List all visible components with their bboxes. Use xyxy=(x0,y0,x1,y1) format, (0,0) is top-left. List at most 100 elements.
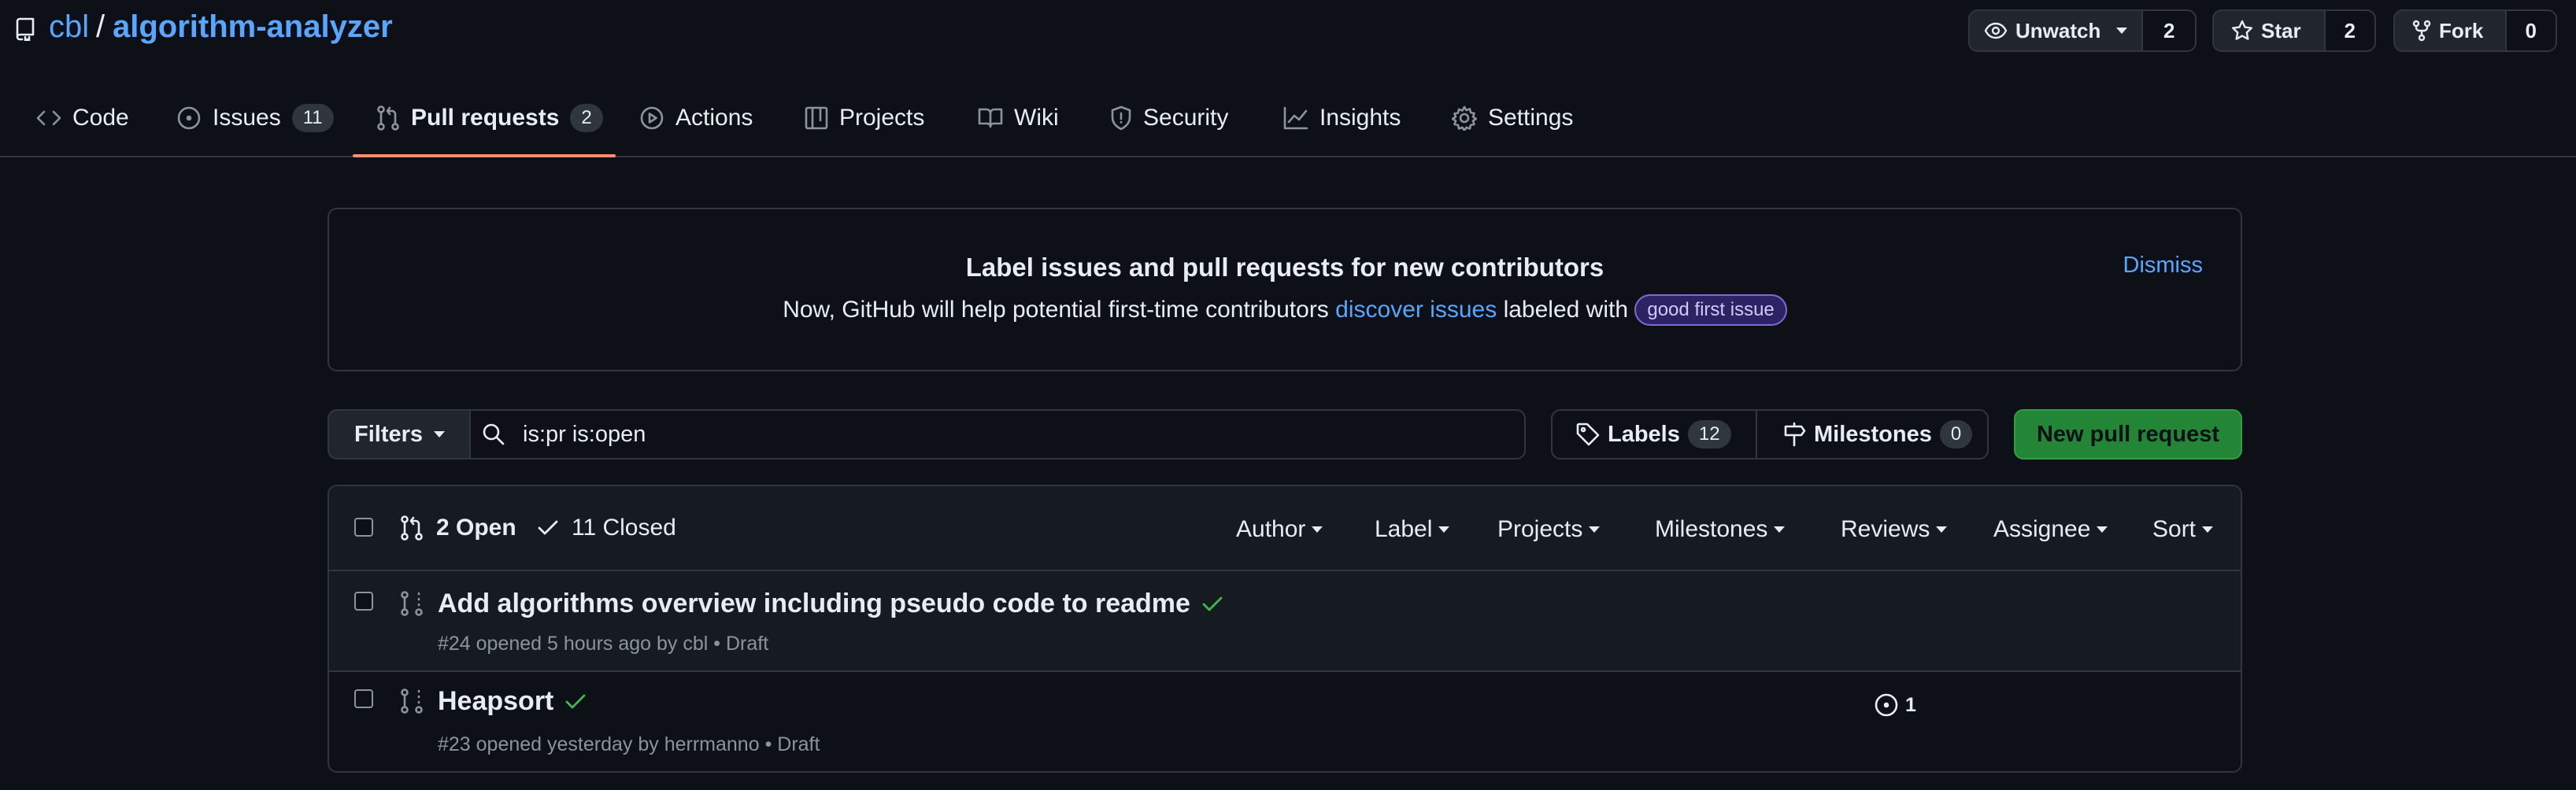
tab-settings[interactable]: Settings xyxy=(1452,101,1573,135)
closed-filter-link[interactable]: 11 Closed xyxy=(537,515,676,541)
tab-pull-requests[interactable]: Pull requests 2 xyxy=(376,101,603,135)
repo-nav-tabs: Code Issues 11 Pull requests 2 Actions P… xyxy=(0,79,2576,157)
sort-dropdown-label: Sort xyxy=(2152,516,2197,542)
check-passing-icon[interactable] xyxy=(1201,595,1223,614)
fork-button[interactable]: Fork xyxy=(2395,11,2505,50)
draft-pull-request-icon xyxy=(400,688,424,714)
meta-separator: • xyxy=(713,633,726,655)
repo-separator: / xyxy=(96,9,105,44)
tab-actions-label: Actions xyxy=(675,105,753,131)
pull-requests-count-badge: 2 xyxy=(570,104,603,132)
linked-issues-count: 1 xyxy=(1905,693,1916,716)
tab-projects[interactable]: Projects xyxy=(805,101,924,135)
tab-security-label: Security xyxy=(1143,105,1229,131)
assignee-dropdown[interactable]: Assignee xyxy=(1993,516,2108,543)
chevron-down-icon xyxy=(1438,526,1450,533)
pull-request-list: 2 Open 11 Closed Author Label Projects M… xyxy=(328,485,2242,773)
pr-title: Add algorithms overview including pseudo… xyxy=(438,589,1223,619)
assignee-dropdown-label: Assignee xyxy=(1993,516,2091,542)
tab-wiki-label: Wiki xyxy=(1014,105,1059,131)
dismiss-button[interactable]: Dismiss xyxy=(2123,253,2204,279)
graph-icon xyxy=(1283,106,1308,130)
tab-issues[interactable]: Issues 11 xyxy=(176,101,334,135)
eye-icon xyxy=(1984,22,2008,39)
chevron-down-icon xyxy=(2202,526,2214,533)
repo-name-link[interactable]: algorithm-analyzer xyxy=(113,9,393,45)
tab-issues-label: Issues xyxy=(213,105,281,131)
search-icon xyxy=(482,423,505,446)
projects-dropdown[interactable]: Projects xyxy=(1497,516,1601,543)
pr-opened-info: #23 opened yesterday by herrmanno xyxy=(438,733,760,755)
milestones-button[interactable]: Milestones 0 xyxy=(1756,411,1987,458)
tab-projects-label: Projects xyxy=(839,105,925,131)
pull-request-row[interactable]: Heapsort #23 opened yesterday by herrman… xyxy=(329,672,2241,771)
issues-count-badge: 11 xyxy=(291,104,334,132)
shield-icon xyxy=(1110,105,1132,131)
repo-owner-link[interactable]: cbl xyxy=(49,9,89,45)
label-dropdown[interactable]: Label xyxy=(1375,516,1450,543)
fork-label: Fork xyxy=(2439,18,2484,42)
open-count-label: 2 Open xyxy=(436,515,516,541)
tab-security[interactable]: Security xyxy=(1110,101,1228,135)
repo-icon xyxy=(14,17,36,41)
pull-request-row[interactable]: Add algorithms overview including pseudo… xyxy=(329,571,2241,672)
filters-label: Filters xyxy=(354,421,424,447)
open-filter-link[interactable]: 2 Open xyxy=(400,515,516,541)
labels-button[interactable]: Labels 12 xyxy=(1553,411,1756,458)
watchers-count[interactable]: 2 xyxy=(2141,11,2195,50)
chevron-down-icon xyxy=(1589,526,1601,533)
fork-icon xyxy=(2412,20,2431,42)
good-first-issue-label[interactable]: good first issue xyxy=(1634,294,1787,326)
new-contributors-banner: Label issues and pull requests for new c… xyxy=(328,208,2242,371)
milestones-dropdown[interactable]: Milestones xyxy=(1655,516,1786,543)
tab-wiki[interactable]: Wiki xyxy=(978,101,1059,135)
pr-draft-status: Draft xyxy=(777,733,820,755)
tab-insights-label: Insights xyxy=(1319,105,1401,131)
search-input[interactable] xyxy=(523,421,1468,448)
tab-insights[interactable]: Insights xyxy=(1283,101,1401,135)
select-all-checkbox[interactable] xyxy=(354,518,373,537)
selected-tab-underline xyxy=(353,154,616,157)
row-checkbox[interactable] xyxy=(354,592,373,611)
tab-code-label: Code xyxy=(72,105,129,131)
milestones-label: Milestones xyxy=(1814,421,1932,447)
reviews-dropdown[interactable]: Reviews xyxy=(1841,516,1948,543)
sort-dropdown[interactable]: Sort xyxy=(2152,516,2214,543)
unwatch-button-group: Unwatch 2 xyxy=(1968,9,2197,52)
unwatch-button[interactable]: Unwatch xyxy=(1970,11,2141,50)
list-header: 2 Open 11 Closed Author Label Projects M… xyxy=(329,486,2241,571)
milestones-dropdown-label: Milestones xyxy=(1655,516,1768,542)
stars-count[interactable]: 2 xyxy=(2323,11,2374,50)
draft-pull-request-icon xyxy=(400,590,424,617)
check-passing-icon[interactable] xyxy=(564,692,587,711)
table-icon xyxy=(805,106,828,130)
banner-text-before: Now, GitHub will help potential first-ti… xyxy=(783,297,1329,323)
tab-code[interactable]: Code xyxy=(36,101,129,135)
forks-count[interactable]: 0 xyxy=(2504,11,2556,50)
chevron-down-icon xyxy=(1312,526,1323,533)
pr-meta: #24 opened 5 hours ago by cbl • Draft xyxy=(438,633,768,655)
issue-icon xyxy=(1874,692,1899,718)
tab-pull-requests-label: Pull requests xyxy=(411,105,560,131)
tab-actions[interactable]: Actions xyxy=(639,101,753,135)
new-pull-request-button[interactable]: New pull request xyxy=(2014,409,2242,460)
banner-title: Label issues and pull requests for new c… xyxy=(965,253,1604,282)
check-icon xyxy=(537,519,559,537)
linked-issues-indicator[interactable]: 1 xyxy=(1874,692,1916,718)
labels-milestones-group: Labels 12 Milestones 0 xyxy=(1551,409,1989,460)
pr-title-link[interactable]: Add algorithms overview including pseudo… xyxy=(438,589,1190,619)
star-button[interactable]: Star xyxy=(2214,11,2324,50)
filters-dropdown[interactable]: Filters xyxy=(328,409,471,460)
search-field[interactable] xyxy=(469,409,1526,460)
play-icon xyxy=(639,105,664,131)
author-dropdown[interactable]: Author xyxy=(1236,516,1323,543)
code-icon xyxy=(36,109,61,127)
pr-title-link[interactable]: Heapsort xyxy=(438,686,553,717)
discover-issues-link[interactable]: discover issues xyxy=(1335,297,1497,323)
meta-separator: • xyxy=(764,733,778,755)
reviews-dropdown-label: Reviews xyxy=(1841,516,1930,542)
row-checkbox[interactable] xyxy=(354,689,373,708)
book-icon xyxy=(978,107,1003,129)
pull-request-icon xyxy=(376,105,400,131)
tab-settings-label: Settings xyxy=(1488,105,1574,131)
